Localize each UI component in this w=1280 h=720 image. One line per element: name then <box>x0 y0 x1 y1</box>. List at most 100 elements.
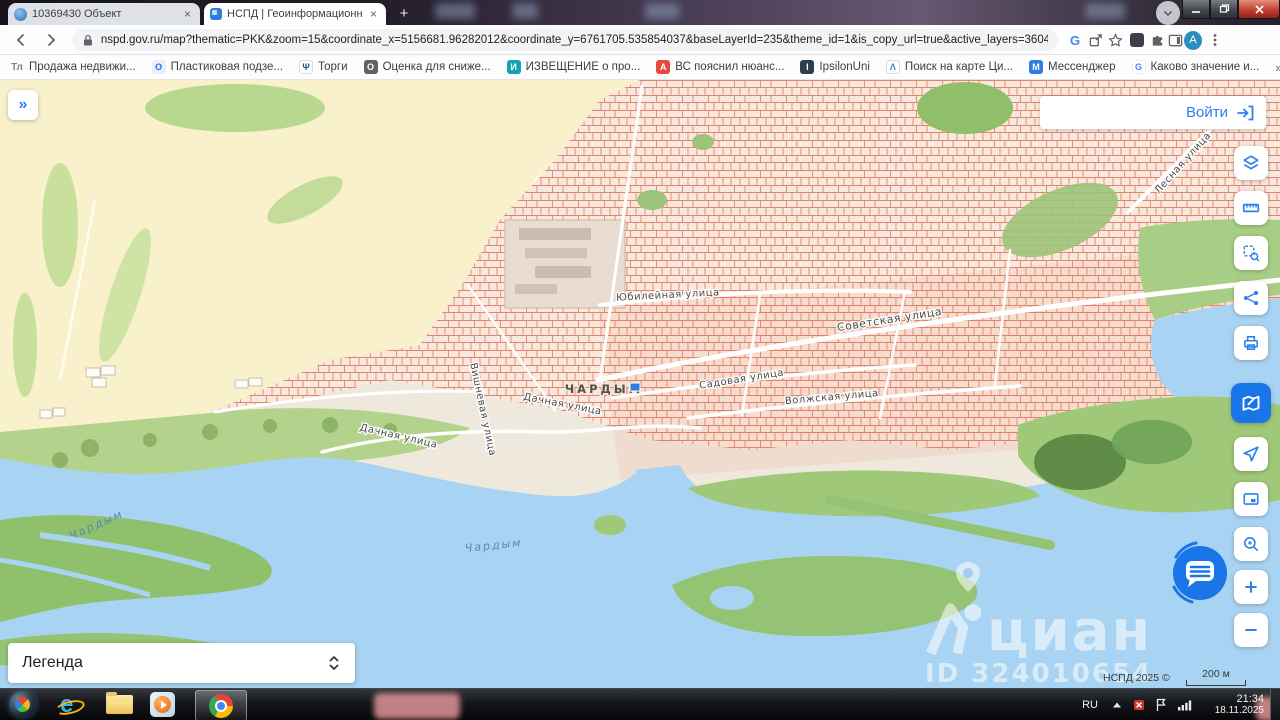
plus-icon <box>1242 578 1260 596</box>
bookmark-favicon-icon: Λ <box>886 60 900 74</box>
bookmark-label: ИЗВЕЩЕНИЕ о про... <box>526 61 641 73</box>
bookmark-favicon-icon: Тл <box>10 60 24 74</box>
flag-status-button[interactable] <box>1155 698 1167 712</box>
restore-icon <box>1219 4 1230 14</box>
watermark-brand: циан <box>987 607 1152 657</box>
print-icon <box>1242 334 1260 352</box>
tab-close-icon[interactable]: × <box>181 7 194 21</box>
frame-icon <box>1242 490 1260 508</box>
locate-tool-button[interactable] <box>1234 437 1268 471</box>
object-marker[interactable] <box>630 383 640 391</box>
expand-collapse-icon[interactable] <box>327 654 341 672</box>
language-indicator[interactable]: RU <box>1082 699 1098 711</box>
clock[interactable]: 21:34 18.11.2025 <box>1202 693 1264 717</box>
url-text: nspd.gov.ru/map?thematic=PKK&zoom=15&coo… <box>101 34 1048 46</box>
measure-tool-button[interactable] <box>1234 191 1268 225</box>
profile-button[interactable]: A <box>1184 31 1202 49</box>
chrome-icon <box>209 694 233 718</box>
bookmark-item[interactable]: Тл Продажа недвижи... <box>10 60 136 74</box>
star-icon <box>1108 33 1123 48</box>
bookmark-favicon-icon: О <box>152 60 166 74</box>
map-attribution: НСПД 2025 © <box>1103 672 1170 684</box>
forward-button[interactable] <box>42 31 60 49</box>
new-tab-button[interactable]: + <box>394 4 414 24</box>
bookmark-item[interactable]: ΨТорги <box>299 60 348 74</box>
restore-button[interactable] <box>1210 0 1238 19</box>
back-button[interactable] <box>12 31 30 49</box>
media-player-button[interactable] <box>150 692 175 717</box>
desktop-blur-artifact <box>435 3 475 19</box>
login-button[interactable]: Войти <box>1186 104 1228 121</box>
extension-button[interactable] <box>1128 31 1146 49</box>
legend-panel[interactable]: Легенда <box>8 643 355 683</box>
chrome-taskbar-button-active[interactable] <box>195 690 247 720</box>
bookmark-item[interactable]: AВС пояснил нюанс... <box>656 60 784 74</box>
zoom-window-button[interactable] <box>1234 527 1268 561</box>
bookmark-item[interactable]: О Пластиковая подзе... <box>152 60 283 74</box>
print-button[interactable] <box>1234 326 1268 360</box>
file-explorer-button[interactable] <box>106 695 133 714</box>
tab-favicon-icon <box>14 8 27 21</box>
windows-flag-icon <box>15 697 30 712</box>
tab-object[interactable]: 10369430 Объект × <box>8 3 200 25</box>
action-center-button[interactable] <box>1132 698 1145 712</box>
side-panel-icon <box>1168 33 1183 48</box>
minus-icon <box>1242 621 1260 639</box>
bookmark-item[interactable]: ООценка для сниже... <box>364 60 491 74</box>
share-button[interactable] <box>1086 31 1104 49</box>
alert-flag-icon <box>1132 698 1145 712</box>
bookmark-label: ВС пояснил нюанс... <box>675 61 784 73</box>
chevron-down-button[interactable] <box>1156 1 1180 25</box>
layers-tool-button[interactable] <box>1234 146 1268 180</box>
pin-icon <box>953 560 983 594</box>
legend-title: Легенда <box>22 654 83 672</box>
minimize-icon <box>1191 5 1201 14</box>
layers-icon <box>1242 154 1260 172</box>
triangle-up-icon <box>1112 701 1122 709</box>
start-button[interactable] <box>9 691 36 718</box>
tab-close-icon[interactable]: × <box>367 7 380 21</box>
bookmark-label: Продажа недвижи... <box>29 61 136 73</box>
tab-title: НСПД | Геоинформационный п <box>227 8 362 20</box>
bookmark-star-button[interactable] <box>1106 31 1124 49</box>
bookmark-item[interactable]: ММессенджер <box>1029 60 1116 74</box>
login-arrow-icon <box>1236 105 1254 121</box>
area-select-tool-button[interactable] <box>1234 236 1268 270</box>
bookmark-favicon-icon: I <box>800 60 814 74</box>
extensions-menu-button[interactable] <box>1148 31 1166 49</box>
draw-tool-button-active[interactable] <box>1231 383 1271 423</box>
bookmarks-overflow-button[interactable]: » <box>1275 60 1280 75</box>
side-panel-button[interactable] <box>1166 31 1184 49</box>
zoom-in-button[interactable] <box>1234 570 1268 604</box>
network-button[interactable] <box>1177 699 1192 711</box>
login-bar: Войти <box>1040 96 1266 129</box>
overview-frame-button[interactable] <box>1234 482 1268 516</box>
bookmark-item[interactable]: ΛПоиск на карте Ци... <box>886 60 1013 74</box>
zoom-out-button[interactable] <box>1234 613 1268 647</box>
minimize-button[interactable] <box>1182 0 1210 19</box>
bookmarks-bar: Тл Продажа недвижи... О Пластиковая подзе.… <box>0 55 1280 80</box>
bookmark-favicon-icon: О <box>364 60 378 74</box>
bookmark-item[interactable]: ИИЗВЕЩЕНИЕ о про... <box>507 60 641 74</box>
close-button[interactable] <box>1238 0 1280 19</box>
double-chevron-right-icon: » <box>19 96 28 114</box>
flag-icon <box>1155 698 1167 712</box>
share-map-button[interactable] <box>1234 281 1268 315</box>
bookmark-item[interactable]: IIpsilonUni <box>800 60 870 74</box>
google-services-button[interactable]: G <box>1066 31 1084 49</box>
tray-date: 18.11.2025 <box>1202 705 1264 717</box>
internet-explorer-button[interactable]: e <box>55 691 83 719</box>
tab-nspd[interactable]: НСПД | Геоинформационный п × <box>204 3 386 25</box>
bookmark-label: Пластиковая подзе... <box>171 61 283 73</box>
draw-map-icon <box>1241 393 1261 413</box>
show-desktop-button[interactable] <box>1270 689 1280 720</box>
tray-expand-button[interactable] <box>1112 701 1122 709</box>
expand-sidebar-button[interactable]: » <box>8 90 38 120</box>
address-bar[interactable]: nspd.gov.ru/map?thematic=PKK&zoom=15&coo… <box>72 29 1058 51</box>
bookmark-item[interactable]: GКаково значение и... <box>1132 60 1260 74</box>
magnifier-icon <box>1242 535 1260 553</box>
bookmark-label: Торги <box>318 61 348 73</box>
browser-menu-button[interactable] <box>1206 31 1224 49</box>
system-tray: RU 21:34 18.11.2025 <box>1082 689 1280 720</box>
bookmark-favicon-icon: М <box>1029 60 1043 74</box>
